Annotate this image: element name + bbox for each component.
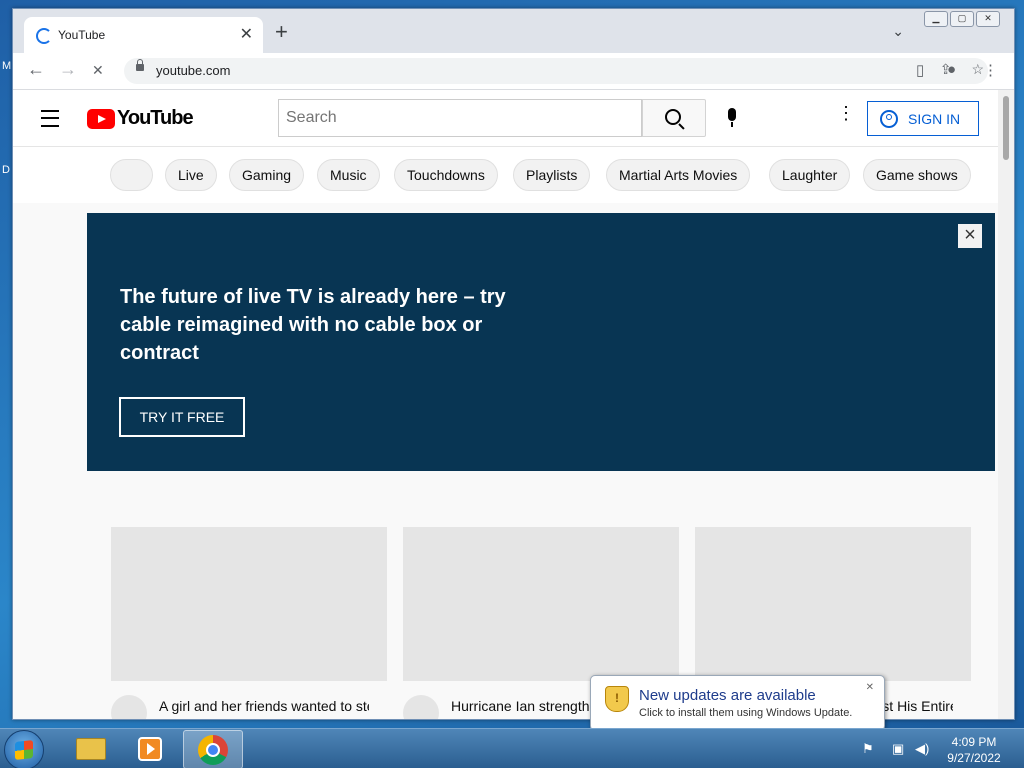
sign-in-button[interactable]: SIGN IN <box>867 101 979 136</box>
forward-arrow-icon[interactable]: → <box>59 59 77 80</box>
video-title[interactable]: A girl and her friends wanted to steal J… <box>159 696 369 716</box>
system-clock[interactable]: 4:09 PM 9/27/2022 <box>944 734 1004 766</box>
taskbar: ⚑ ▣ ◀) 4:09 PM 9/27/2022 <box>0 728 1024 768</box>
new-tab-button[interactable]: + <box>275 21 288 43</box>
channel-avatar[interactable] <box>403 695 439 719</box>
back-arrow-icon[interactable]: ← <box>27 59 45 80</box>
windows-update-shield-icon: ! <box>605 686 629 712</box>
promo-banner: The future of live TV is already here – … <box>87 213 995 471</box>
close-notification-icon[interactable]: ✕ <box>866 682 874 693</box>
chip-touchdowns[interactable]: Touchdowns <box>394 159 498 191</box>
tab-title: YouTube <box>58 28 106 42</box>
chrome-icon <box>198 735 228 765</box>
clock-date: 9/27/2022 <box>947 751 1001 765</box>
youtube-header: YouTube ⋮ SIGN IN <box>13 90 998 146</box>
youtube-play-icon <box>87 108 115 129</box>
minimize-button[interactable]: ▁ <box>924 11 948 27</box>
profile-icon[interactable]: ● <box>947 61 956 78</box>
lock-icon <box>136 59 144 71</box>
page-viewport: YouTube ⋮ SIGN IN Live Gaming Music Touc… <box>13 90 998 719</box>
windows-logo-icon <box>15 740 33 760</box>
network-icon[interactable]: ▣ <box>892 741 904 757</box>
video-thumbnail[interactable] <box>403 527 679 681</box>
volume-icon[interactable]: ◀) <box>915 741 929 757</box>
browser-toolbar: ← → ✕ youtube.com ⇪ ☆ ▯ ● ⋮ <box>13 53 1014 90</box>
notification-text: Click to install them using Windows Upda… <box>639 707 853 719</box>
start-button[interactable] <box>4 730 44 768</box>
youtube-logo[interactable]: YouTube <box>87 107 194 130</box>
menu-hamburger-icon[interactable] <box>41 110 59 127</box>
channel-avatar[interactable] <box>111 695 147 719</box>
chip-music[interactable]: Music <box>317 159 380 191</box>
tab-youtube[interactable]: YouTube ✕ <box>24 17 263 53</box>
taskbar-explorer[interactable] <box>60 730 118 767</box>
sign-in-label: SIGN IN <box>908 110 961 127</box>
video-thumbnail[interactable] <box>111 527 387 681</box>
close-tab-icon[interactable]: ✕ <box>240 24 253 44</box>
browser-window: YouTube ✕ + ⌄ ▁ ▢ ✕ ← → ✕ youtube.com ⇪ … <box>12 8 1015 720</box>
chip-martial-arts-movies[interactable]: Martial Arts Movies <box>606 159 751 191</box>
window-controls: ▁ ▢ ✕ <box>924 11 1000 27</box>
taskbar-media-player[interactable] <box>121 730 179 767</box>
chip-live[interactable]: Live <box>165 159 217 191</box>
chip-laughter[interactable]: Laughter <box>769 159 851 191</box>
address-bar[interactable]: youtube.com ⇪ ☆ <box>124 58 988 84</box>
chip-playlists[interactable]: Playlists <box>513 159 591 191</box>
try-it-free-button[interactable]: TRY IT FREE <box>119 397 245 437</box>
windows-update-notification[interactable]: ! New updates are available Click to ins… <box>590 675 885 731</box>
search-icon <box>665 109 681 125</box>
clock-time: 4:09 PM <box>951 735 997 749</box>
chrome-menu-icon[interactable]: ⋮ <box>983 61 998 79</box>
banner-title: The future of live TV is already here – … <box>120 286 506 364</box>
video-thumbnail[interactable] <box>695 527 971 681</box>
side-panel-icon[interactable]: ▯ <box>916 61 924 79</box>
search-input[interactable] <box>278 99 642 137</box>
settings-kebab-icon[interactable]: ⋮ <box>837 104 855 122</box>
desktop-icon-label: D <box>2 164 10 176</box>
close-banner-icon[interactable]: × <box>958 224 982 248</box>
taskbar-chrome[interactable] <box>183 730 243 768</box>
tab-strip: YouTube ✕ + ⌄ ▁ ▢ ✕ <box>13 9 1014 53</box>
account-icon <box>880 109 898 128</box>
folder-icon <box>76 738 106 760</box>
desktop-icon-label: M <box>2 60 12 72</box>
chip-gaming[interactable]: Gaming <box>229 159 305 191</box>
chip-game-shows[interactable]: Game shows <box>863 159 971 191</box>
scrollbar-thumb[interactable] <box>1003 96 1009 160</box>
microphone-icon[interactable] <box>728 108 736 127</box>
youtube-wordmark: YouTube <box>117 107 194 129</box>
page-scrollbar[interactable] <box>998 90 1014 719</box>
tab-search-chevron-icon[interactable]: ⌄ <box>892 23 904 40</box>
stop-loading-icon[interactable]: ✕ <box>92 62 104 79</box>
search-button[interactable] <box>642 99 706 137</box>
chip-all[interactable] <box>110 159 153 191</box>
notification-title: New updates are available <box>639 687 816 704</box>
close-window-button[interactable]: ✕ <box>976 11 1000 27</box>
url-text: youtube.com <box>156 63 231 78</box>
media-player-icon <box>138 737 162 761</box>
loading-spinner-icon <box>36 28 52 44</box>
windows-update-tray-icon[interactable]: ⚑ <box>862 741 874 757</box>
category-chips-bar: Live Gaming Music Touchdowns Playlists M… <box>13 146 998 203</box>
maximize-button[interactable]: ▢ <box>950 11 974 27</box>
